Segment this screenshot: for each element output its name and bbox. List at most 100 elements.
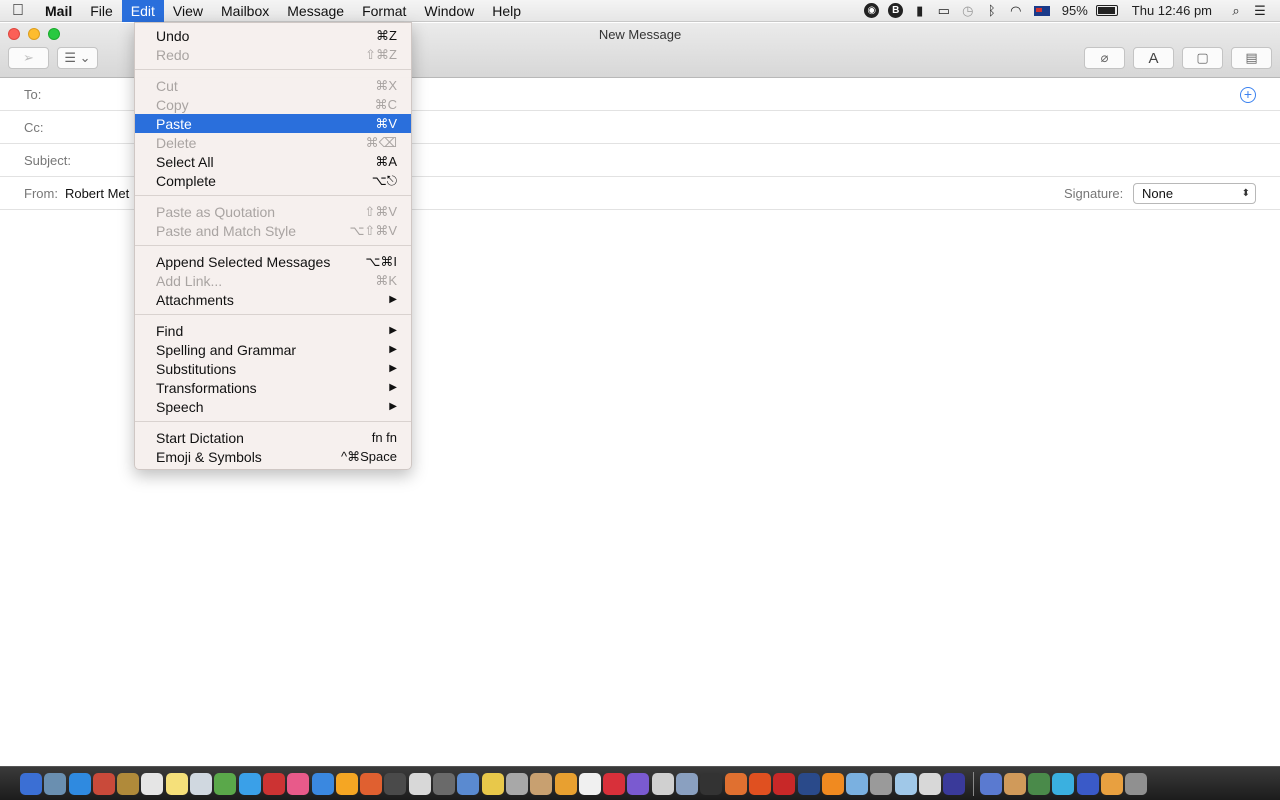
app-status-icon[interactable]: ◉: [860, 0, 884, 22]
dock-app-icon[interactable]: [165, 772, 188, 795]
dock-app-icon[interactable]: [505, 772, 528, 795]
dock-app-icon[interactable]: [262, 772, 285, 795]
menu-message[interactable]: Message: [278, 0, 353, 22]
apple-icon[interactable]: : [0, 2, 36, 20]
dock-app-icon[interactable]: [530, 772, 553, 795]
dock-app-icon[interactable]: [797, 772, 820, 795]
menu-item-undo[interactable]: Undo ⌘Z: [135, 26, 411, 45]
menu-item-paste-as-quotation[interactable]: Paste as Quotation ⇧⌘V: [135, 202, 411, 221]
dock-app-icon[interactable]: [1028, 772, 1051, 795]
time-machine-icon[interactable]: ◷: [956, 0, 980, 22]
signature-select[interactable]: None ⬍: [1133, 183, 1256, 204]
menu-separator: [135, 69, 411, 70]
menu-item-complete[interactable]: Complete ⌥⎋: [135, 171, 411, 190]
menu-item-substitutions[interactable]: Substitutions ▶: [135, 359, 411, 378]
notification-center-icon[interactable]: ☰: [1248, 0, 1272, 22]
dock-app-icon[interactable]: [1003, 772, 1026, 795]
menu-item-start-dictation[interactable]: Start Dictation fn fn: [135, 428, 411, 447]
dock-app-icon[interactable]: [1052, 772, 1075, 795]
dock-app-icon[interactable]: [979, 772, 1002, 795]
dock-app-icon[interactable]: [578, 772, 601, 795]
menu-item-redo[interactable]: Redo ⇧⌘Z: [135, 45, 411, 64]
airplay-icon[interactable]: ▭: [932, 0, 956, 22]
bluetooth-icon[interactable]: ᛒ: [980, 0, 1004, 22]
menu-item-paste[interactable]: Paste ⌘V: [135, 114, 411, 133]
menu-item-speech[interactable]: Speech ▶: [135, 397, 411, 416]
menu-format[interactable]: Format: [353, 0, 415, 22]
dock-app-icon[interactable]: [870, 772, 893, 795]
menu-item-label: Substitutions: [156, 360, 237, 377]
send-button[interactable]: ➢: [8, 47, 49, 69]
menu-mailbox[interactable]: Mailbox: [212, 0, 278, 22]
menu-edit[interactable]: Edit: [121, 0, 164, 22]
menu-item-add-link[interactable]: Add Link... ⌘K: [135, 271, 411, 290]
dock-app-icon[interactable]: [700, 772, 723, 795]
dock-app-icon[interactable]: [651, 772, 674, 795]
stationery-button[interactable]: ▤: [1231, 47, 1272, 69]
dock-app-icon[interactable]: [1076, 772, 1099, 795]
menu-item-append-selected-messages[interactable]: Append Selected Messages ⌥⌘I: [135, 252, 411, 271]
menu-view[interactable]: View: [164, 0, 212, 22]
b-status-icon[interactable]: B: [884, 0, 908, 22]
dock-app-icon[interactable]: [20, 772, 42, 795]
dock-app-icon[interactable]: [141, 772, 164, 795]
menu-window[interactable]: Window: [415, 0, 483, 22]
dock-app-icon[interactable]: [1101, 772, 1124, 795]
dock-app-icon[interactable]: [384, 772, 407, 795]
add-contact-icon[interactable]: +: [1240, 87, 1256, 103]
photo-browser-button[interactable]: ▢: [1182, 47, 1223, 69]
menu-item-find[interactable]: Find ▶: [135, 321, 411, 340]
menu-item-select-all[interactable]: Select All ⌘A: [135, 152, 411, 171]
dock-app-icon[interactable]: [481, 772, 504, 795]
dock-app-icon[interactable]: [214, 772, 237, 795]
spotlight-search-icon[interactable]: ⌕: [1224, 0, 1248, 22]
dock-app-icon[interactable]: [894, 772, 917, 795]
trash-icon[interactable]: [1125, 772, 1148, 795]
dock-app-icon[interactable]: [360, 772, 383, 795]
dock-app-icon[interactable]: [918, 772, 941, 795]
menu-file[interactable]: File: [81, 0, 122, 22]
battery-icon[interactable]: [1095, 5, 1118, 16]
header-fields-button[interactable]: ☰ ⌄: [57, 47, 98, 69]
menu-item-cut[interactable]: Cut ⌘X: [135, 76, 411, 95]
dock-app-icon[interactable]: [238, 772, 261, 795]
dock-app-icon[interactable]: [408, 772, 431, 795]
dock-app-icon[interactable]: [724, 772, 747, 795]
dock-app-icon[interactable]: [821, 772, 844, 795]
battery-percent[interactable]: 95%: [1056, 3, 1094, 18]
dock-app-icon[interactable]: [627, 772, 650, 795]
clock[interactable]: Thu 12:46 pm: [1118, 3, 1224, 18]
dock-app-icon[interactable]: [92, 772, 115, 795]
from-account[interactable]: Robert Met: [65, 186, 129, 201]
dock-app-icon[interactable]: [117, 772, 140, 795]
dock-app-icon[interactable]: [311, 772, 334, 795]
menu-help[interactable]: Help: [483, 0, 530, 22]
audio-status-icon[interactable]: ▮: [908, 0, 932, 22]
dock-app-icon[interactable]: [68, 772, 91, 795]
format-button[interactable]: A: [1133, 47, 1174, 69]
dock-app-icon[interactable]: [943, 772, 966, 795]
menu-item-attachments[interactable]: Attachments ▶: [135, 290, 411, 309]
wifi-icon[interactable]: ◠: [1004, 0, 1028, 22]
menu-item-emoji-symbols[interactable]: Emoji & Symbols ^⌘Space: [135, 447, 411, 466]
dock-app-icon[interactable]: [676, 772, 699, 795]
menu-item-delete[interactable]: Delete ⌘⌫: [135, 133, 411, 152]
menu-mail[interactable]: Mail: [36, 0, 81, 22]
attach-button[interactable]: ⌀: [1084, 47, 1125, 69]
dock-app-icon[interactable]: [554, 772, 577, 795]
dock-app-icon[interactable]: [287, 772, 310, 795]
dock-app-icon[interactable]: [773, 772, 796, 795]
dock-app-icon[interactable]: [433, 772, 456, 795]
dock-app-icon[interactable]: [335, 772, 358, 795]
dock-app-icon[interactable]: [190, 772, 213, 795]
menu-item-spelling-and-grammar[interactable]: Spelling and Grammar ▶: [135, 340, 411, 359]
input-source-flag-icon[interactable]: [1033, 5, 1050, 16]
dock-app-icon[interactable]: [44, 772, 67, 795]
menu-item-copy[interactable]: Copy ⌘C: [135, 95, 411, 114]
menu-item-paste-and-match-style[interactable]: Paste and Match Style ⌥⇧⌘V: [135, 221, 411, 240]
dock-app-icon[interactable]: [748, 772, 771, 795]
dock-app-icon[interactable]: [603, 772, 626, 795]
dock-app-icon[interactable]: [846, 772, 869, 795]
dock-app-icon[interactable]: [457, 772, 480, 795]
menu-item-transformations[interactable]: Transformations ▶: [135, 378, 411, 397]
